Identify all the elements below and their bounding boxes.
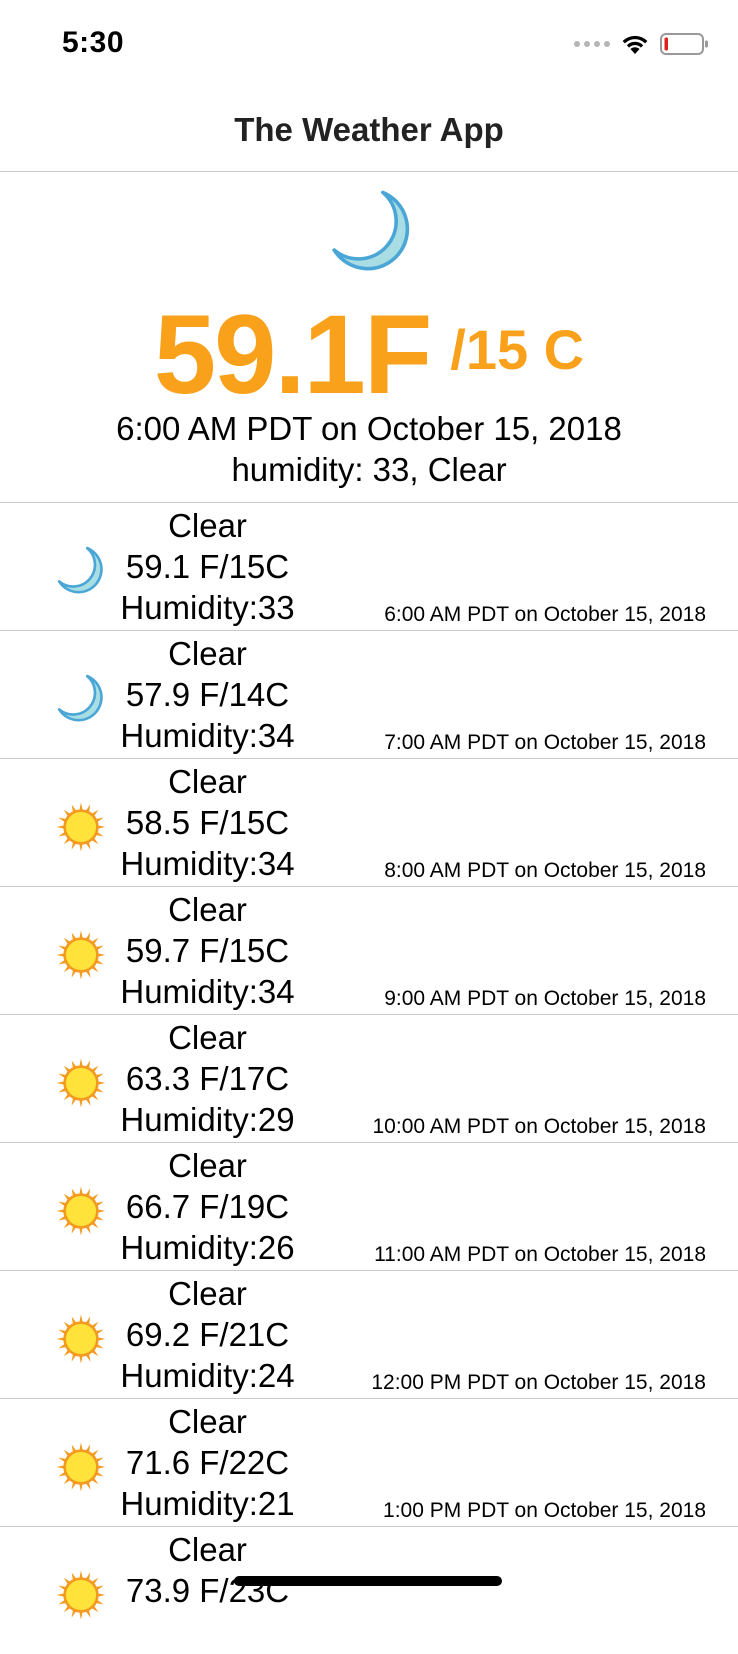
page-title: The Weather App [234,111,504,148]
forecast-condition: Clear [168,1019,247,1056]
forecast-time: 6:00 AM PDT on October 15, 2018 [384,603,706,626]
forecast-time: 1:00 PM PDT on October 15, 2018 [383,1499,706,1522]
current-weather: 59.1F/15 C 6:00 AM PDT on October 15, 20… [0,172,738,502]
forecast-row[interactable]: Clear 66.7 F/19C Humidity:26 11:00 AM PDT o… [0,1142,738,1270]
forecast-temperature: 66.7 F/19C [125,1188,290,1225]
forecast-humidity: Humidity:26 [120,1229,295,1266]
forecast-row[interactable]: Clear 57.9 F/14C Humidity:34 7:00 AM PDT on… [0,630,738,758]
forecast-humidity: Humidity:34 [120,717,295,754]
forecast-condition: Clear [168,1531,247,1568]
forecast-humidity: Humidity:34 [120,845,295,882]
forecast-temperature: 69.2 F/21C [125,1316,290,1353]
forecast-row[interactable]: Clear 73.9 F/23C [0,1526,738,1654]
forecast-temperature: 59.7 F/15C [125,932,290,969]
forecast-temperature: 63.3 F/17C [125,1060,290,1097]
forecast-condition: Clear [168,1147,247,1184]
wifi-icon [622,35,648,54]
forecast-condition: Clear [168,891,247,928]
status-time: 5:30 [62,26,125,59]
forecast-humidity: Humidity:24 [120,1357,295,1394]
forecast-row[interactable]: Clear 63.3 F/17C Humidity:29 10:00 AM PDT o… [0,1014,738,1142]
current-humidity-condition: humidity: 33, Clear [231,451,507,488]
forecast-time: 8:00 AM PDT on October 15, 2018 [384,859,706,882]
forecast-time: 10:00 AM PDT on October 15, 2018 [372,1115,707,1138]
moon-icon [332,190,410,271]
forecast-temperature: 71.6 F/22C [125,1444,290,1481]
hourly-forecast-list[interactable]: Clear 59.1 F/15C Humidity:33 6:00 AM PDT on… [0,502,738,1654]
forecast-humidity: Humidity:29 [120,1101,295,1138]
forecast-condition: Clear [168,507,247,544]
cellular-signal-icon [574,41,610,47]
forecast-temperature: 58.5 F/15C [125,804,290,841]
status-bar: 5:30 [0,0,738,92]
forecast-row[interactable]: Clear 58.5 F/15C Humidity:34 8:00 AM PDT on… [0,758,738,886]
forecast-condition: Clear [168,763,247,800]
battery-icon [660,33,708,55]
forecast-row[interactable]: Clear 71.6 F/22C Humidity:21 1:00 PM PDT on… [0,1398,738,1526]
forecast-humidity: Humidity:21 [120,1485,295,1522]
forecast-row[interactable]: Clear 69.2 F/21C Humidity:24 12:00 PM PDT o… [0,1270,738,1398]
forecast-temperature: 57.9 F/14C [125,676,290,713]
forecast-humidity: Humidity:33 [120,589,295,626]
current-temp-celsius: /15 C [450,318,585,381]
current-observation-time: 6:00 AM PDT on October 15, 2018 [116,410,622,447]
current-temp-fahrenheit: 59.1F [153,292,432,417]
forecast-row[interactable]: Clear 59.1 F/15C Humidity:33 6:00 AM PDT on… [0,502,738,630]
navigation-bar: The Weather App [0,92,738,172]
forecast-condition: Clear [168,1275,247,1312]
forecast-condition: Clear [168,1403,247,1440]
current-temperature: 59.1F/15 C [0,290,738,419]
forecast-time: 9:00 AM PDT on October 15, 2018 [384,987,706,1010]
forecast-humidity: Humidity:34 [120,973,295,1010]
forecast-temperature: 59.1 F/15C [125,548,290,585]
forecast-time: 12:00 PM PDT on October 15, 2018 [371,1371,706,1394]
status-indicators [574,32,710,56]
forecast-row[interactable]: Clear 59.7 F/15C Humidity:34 9:00 AM PDT on… [0,886,738,1014]
home-indicator[interactable] [234,1576,502,1586]
forecast-time: 7:00 AM PDT on October 15, 2018 [384,731,706,754]
forecast-condition: Clear [168,635,247,672]
forecast-time: 11:00 AM PDT on October 15, 2018 [374,1243,706,1266]
